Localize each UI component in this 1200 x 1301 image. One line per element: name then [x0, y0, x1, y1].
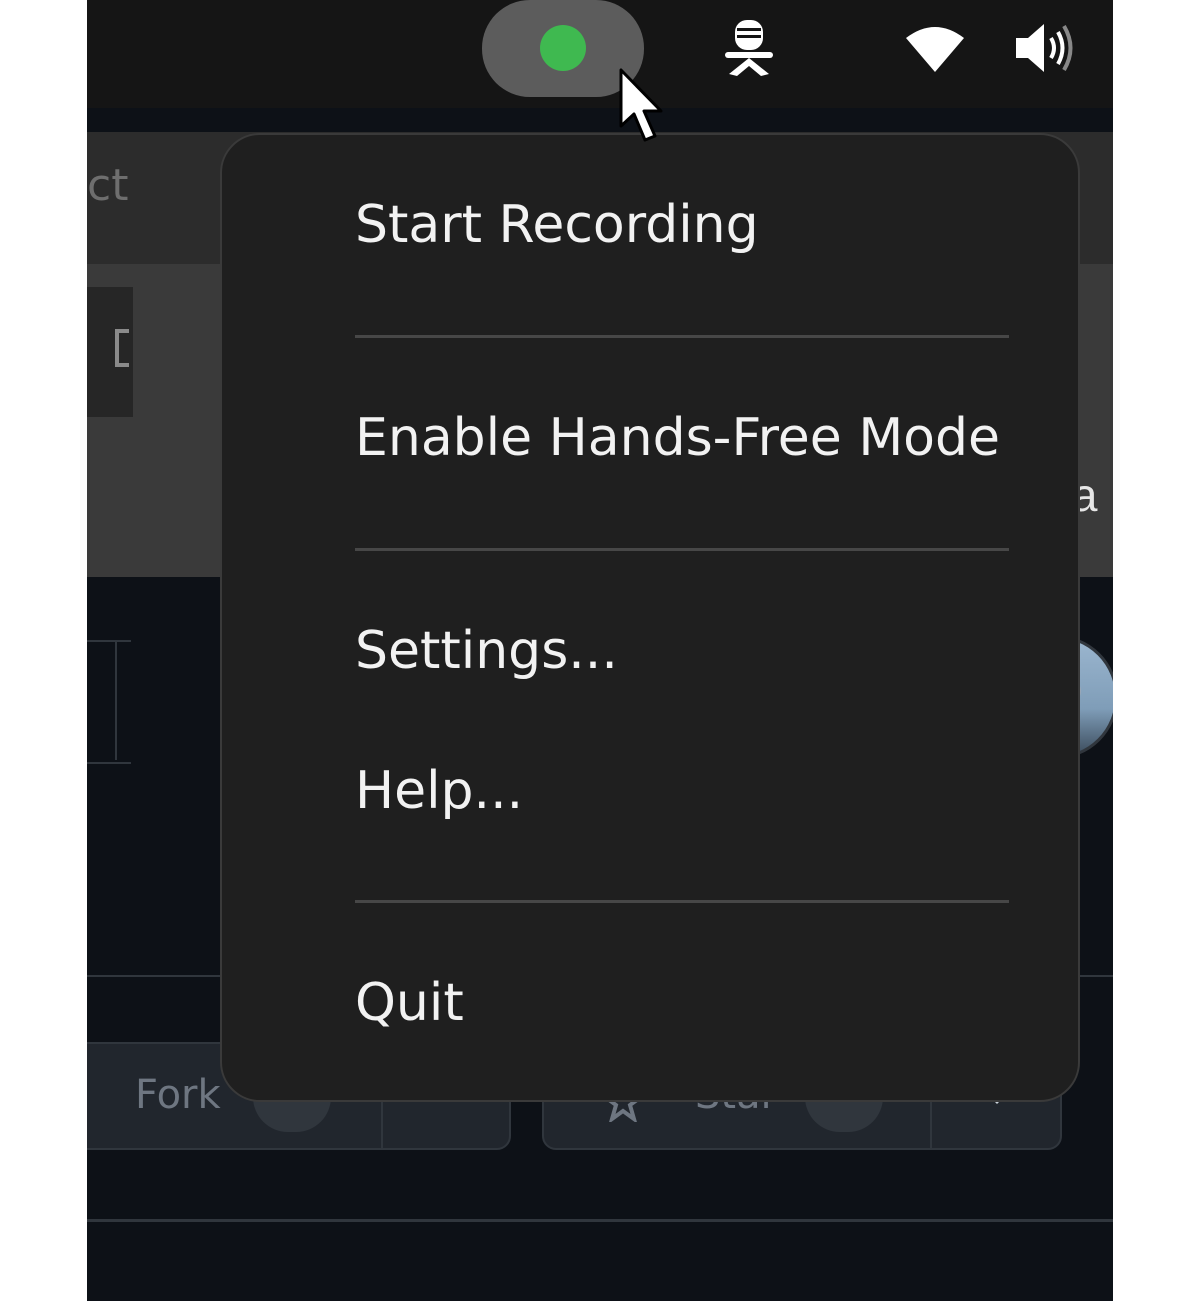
volume-icon[interactable]	[1014, 20, 1074, 76]
background-search-text: ct	[87, 160, 129, 211]
desktop-screen: ct okma Fork Star Start Recording Enable…	[87, 0, 1113, 1301]
menu-item-enable-hands-free-mode[interactable]: Enable Hands-Free Mode	[355, 408, 1000, 468]
system-top-bar	[87, 0, 1113, 108]
fork-button-label: Fork	[135, 1072, 221, 1118]
menu-separator	[355, 900, 1009, 903]
recording-status-dot-icon	[540, 25, 586, 71]
menu-item-help[interactable]: Help...	[355, 761, 523, 821]
menu-separator	[355, 335, 1009, 338]
divider	[87, 1219, 1113, 1222]
menu-separator	[355, 548, 1009, 551]
microphone-icon[interactable]	[721, 18, 777, 78]
menu-item-start-recording[interactable]: Start Recording	[355, 195, 759, 255]
mouse-pointer-icon	[619, 68, 663, 142]
background-table-divider	[115, 640, 117, 760]
background-panel-icon	[115, 329, 129, 367]
menu-item-settings[interactable]: Settings...	[355, 621, 618, 681]
background-table	[87, 640, 131, 764]
tray-dropdown-menu: Start Recording Enable Hands-Free Mode S…	[220, 133, 1080, 1102]
menu-item-quit[interactable]: Quit	[355, 973, 464, 1033]
wifi-icon[interactable]	[904, 24, 966, 74]
